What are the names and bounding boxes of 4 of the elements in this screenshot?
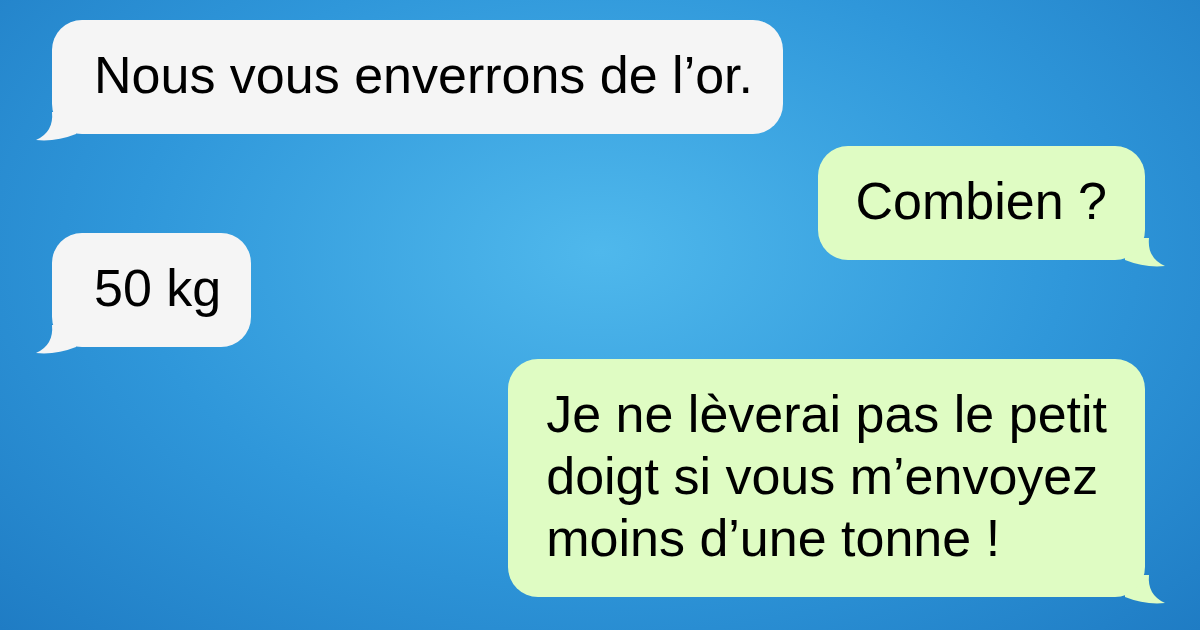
message-text: Je ne lèverai pas le petit doigt si vous m’envoyez moins d’une tonne ! — [546, 384, 1107, 569]
message-text: Combien ? — [855, 171, 1107, 232]
message-text: 50 kg — [94, 258, 222, 319]
message-text: Nous vous enverrons de l’or. — [94, 45, 753, 106]
